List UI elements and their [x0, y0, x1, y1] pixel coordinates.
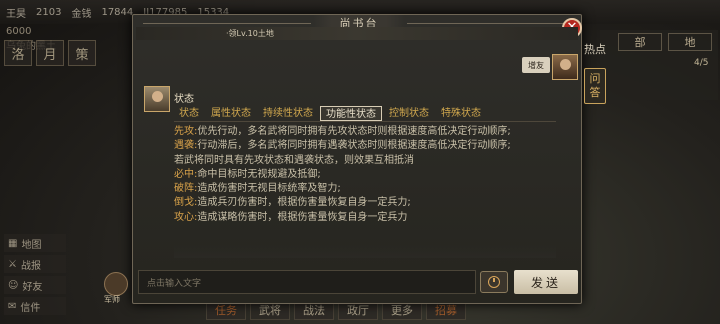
- side-item-battle[interactable]: ⚔ 战报: [4, 255, 66, 273]
- advisor-icon[interactable]: [104, 272, 128, 296]
- add-friend-button[interactable]: 增友: [522, 57, 550, 73]
- status-line: 先攻:优先行动，多名武将同时拥有先攻状态时则根据速度高低决定行动顺序;: [174, 125, 556, 139]
- status-keyword[interactable]: 遇袭:: [174, 140, 197, 151]
- status-text: 造成兵刃伤害时，根据伤害量恢复自身一定兵力;: [197, 197, 411, 209]
- status-text: 造成谋略伤害时，根据伤害量恢复自身一定兵力: [197, 211, 408, 223]
- status-keyword[interactable]: 攻心:: [174, 212, 197, 223]
- right-tab-1[interactable]: 部: [618, 33, 662, 51]
- left-button-3[interactable]: 策: [68, 40, 96, 66]
- status-text: 造成伤害时无视目标统率及智力;: [197, 183, 341, 195]
- status-text: 命中目标时无视规避及抵御;: [197, 168, 321, 180]
- right-tab-2[interactable]: 地: [668, 33, 712, 51]
- status-keyword[interactable]: 先攻:: [174, 126, 197, 137]
- status-line: 若武将同时具有先攻状态和遇袭状态，则效果互相抵消: [174, 154, 556, 168]
- status-line: 破阵:造成伤害时无视目标统率及智力;: [174, 182, 556, 196]
- side-item-mail[interactable]: ✉ 信件: [4, 297, 66, 315]
- message-input[interactable]: 点击输入文字: [138, 270, 476, 294]
- tab-status[interactable]: 状态: [174, 106, 204, 121]
- status-text: 若武将同时具有先攻状态和遇袭状态，则效果互相抵消: [174, 154, 414, 166]
- status-keyword[interactable]: 倒戈:: [174, 197, 197, 208]
- status-tabs: 状态 属性状态 持续性状态 功能性状态 控制状态 特殊状态: [174, 106, 556, 122]
- wood-value: 17844: [101, 6, 134, 18]
- user-avatar[interactable]: [552, 54, 578, 80]
- scroll-fade: [174, 244, 556, 258]
- title-divider-right: [407, 23, 567, 24]
- battle-icon: ⚔: [8, 258, 17, 270]
- send-button[interactable]: 发送: [514, 270, 578, 294]
- left-button-1[interactable]: 洛: [4, 40, 32, 66]
- advisor-avatar[interactable]: [144, 86, 170, 112]
- message-bubble: 状态 状态 属性状态 持续性状态 功能性状态 控制状态 特殊状态 先攻:优先行动…: [174, 90, 556, 258]
- tab-continuous-status[interactable]: 持续性状态: [258, 106, 318, 121]
- status-line: 攻心:造成谋略伤害时，根据伤害量恢复自身一定兵力: [174, 211, 556, 225]
- title-divider-left: [143, 23, 311, 24]
- status-keyword[interactable]: 破阵:: [174, 183, 197, 194]
- side-item-label: 信件: [20, 302, 41, 314]
- currency-value: 6000: [6, 26, 32, 37]
- player-level: 2103: [36, 6, 62, 18]
- tab-hotspot[interactable]: 热点: [584, 40, 606, 60]
- page-indicator: 4/5: [694, 58, 709, 68]
- message-title: 状态: [174, 94, 194, 105]
- header-strip: ·领Lv.10土地: [136, 27, 578, 40]
- tab-special-status[interactable]: 特殊状态: [436, 106, 486, 121]
- tab-qa[interactable]: 问答: [584, 68, 606, 104]
- tab-attribute-status[interactable]: 属性状态: [206, 106, 256, 121]
- side-item-friends[interactable]: ☺ 好友: [4, 276, 66, 294]
- side-item-label: 好友: [22, 281, 43, 293]
- advisor-label: 军师: [104, 295, 120, 304]
- right-tabs: 部 地: [618, 33, 712, 51]
- currency-label: 金钱: [71, 8, 92, 20]
- friends-icon: ☺: [8, 279, 19, 291]
- status-text: 优先行动，多名武将同时拥有先攻状态时则根据速度高低决定行动顺序;: [197, 126, 511, 137]
- left-buttons: 洛 月 策: [4, 40, 96, 66]
- tab-control-status[interactable]: 控制状态: [384, 106, 434, 121]
- side-item-map[interactable]: ▦ 地图: [4, 234, 66, 252]
- status-text: 行动滞后，多名武将同时拥有遇袭状态时则根据速度高低决定行动顺序;: [197, 140, 511, 152]
- status-line: 遇袭:行动滞后，多名武将同时拥有遇袭状态时则根据速度高低决定行动顺序;: [174, 139, 556, 153]
- status-keyword[interactable]: 必中:: [174, 169, 197, 180]
- side-item-label: 地图: [21, 239, 42, 251]
- clock-icon: [488, 276, 500, 288]
- game-screen: 王昊 2103 金钱 17844 ⅠⅠ177985 15334 6000 乌兔的…: [0, 0, 720, 324]
- player-name: 王昊: [6, 8, 26, 20]
- map-icon: ▦: [8, 237, 18, 249]
- side-tabs: 热点 问答: [584, 40, 606, 104]
- status-line: 倒戈:造成兵刃伤害时，根据伤害量恢复自身一定兵力;: [174, 196, 556, 210]
- status-description: 先攻:优先行动，多名武将同时拥有先攻状态时则根据速度高低决定行动顺序; 遇袭:行…: [174, 125, 556, 259]
- mail-icon: ✉: [8, 300, 17, 312]
- left-button-2[interactable]: 月: [36, 40, 64, 66]
- tab-functional-status[interactable]: 功能性状态: [320, 106, 382, 121]
- history-button[interactable]: [480, 271, 508, 293]
- status-line: 必中:命中目标时无视规避及抵御;: [174, 168, 556, 182]
- side-item-label: 战报: [20, 260, 41, 272]
- side-menu: ▦ 地图 ⚔ 战报 ☺ 好友 ✉ 信件: [4, 234, 66, 315]
